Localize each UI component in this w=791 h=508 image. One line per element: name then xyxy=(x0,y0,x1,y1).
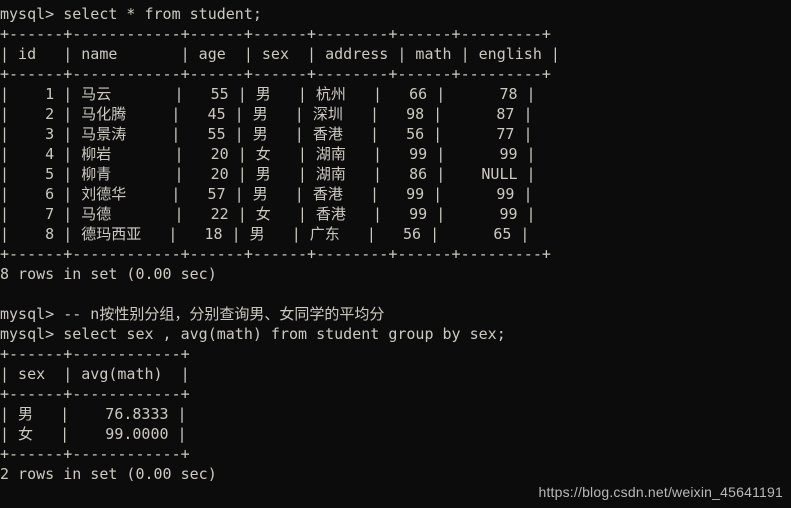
terminal-line: | id | name | age | sex | address | math… xyxy=(0,45,560,63)
terminal-line: | 4 | 柳岩 | 20 | 女 | 湖南 | 99 | 99 | xyxy=(0,145,536,163)
terminal-line: mysql> select sex , avg(math) from stude… xyxy=(0,325,506,343)
terminal-line: | 7 | 马德 | 22 | 女 | 香港 | 99 | 99 | xyxy=(0,205,536,223)
terminal-line: +------+------------+ xyxy=(0,385,190,403)
terminal-line: +------+------------+------+------+-----… xyxy=(0,245,551,263)
terminal-line: | 3 | 马景涛 | 55 | 男 | 香港 | 56 | 77 | xyxy=(0,125,533,143)
terminal-line: | 5 | 柳青 | 20 | 男 | 湖南 | 86 | NULL | xyxy=(0,165,536,183)
terminal-line: | 女 | 99.0000 | xyxy=(0,425,187,443)
terminal-line: | 男 | 76.8333 | xyxy=(0,405,187,423)
blog-watermark: https://blog.csdn.net/weixin_45641191 xyxy=(538,484,783,500)
terminal-line: +------+------------+ xyxy=(0,445,190,463)
terminal-line: +------+------------+------+------+-----… xyxy=(0,65,551,83)
terminal-line: +------+------------+ xyxy=(0,345,190,363)
terminal-line: mysql> select * from student; xyxy=(0,5,262,23)
terminal-line: +------+------------+------+------+-----… xyxy=(0,25,551,43)
terminal-line: | 8 | 德玛西亚 | 18 | 男 | 广东 | 56 | 65 | xyxy=(0,225,530,243)
terminal-line: 8 rows in set (0.00 sec) xyxy=(0,265,217,283)
terminal-line: | 2 | 马化腾 | 45 | 男 | 深圳 | 98 | 87 | xyxy=(0,105,533,123)
terminal-screen: mysql> select * from student; +------+---… xyxy=(0,4,791,484)
terminal-line: | 6 | 刘德华 | 57 | 男 | 香港 | 99 | 99 | xyxy=(0,185,533,203)
terminal-line: 2 rows in set (0.00 sec) xyxy=(0,465,217,483)
mysql-terminal-window[interactable]: mysql> select * from student; +------+---… xyxy=(0,0,791,508)
terminal-line: | 1 | 马云 | 55 | 男 | 杭州 | 66 | 78 | xyxy=(0,85,536,103)
terminal-line: mysql> -- n按性别分组，分别查询男、女同学的平均分 xyxy=(0,305,385,323)
terminal-line: | sex | avg(math) | xyxy=(0,365,190,383)
